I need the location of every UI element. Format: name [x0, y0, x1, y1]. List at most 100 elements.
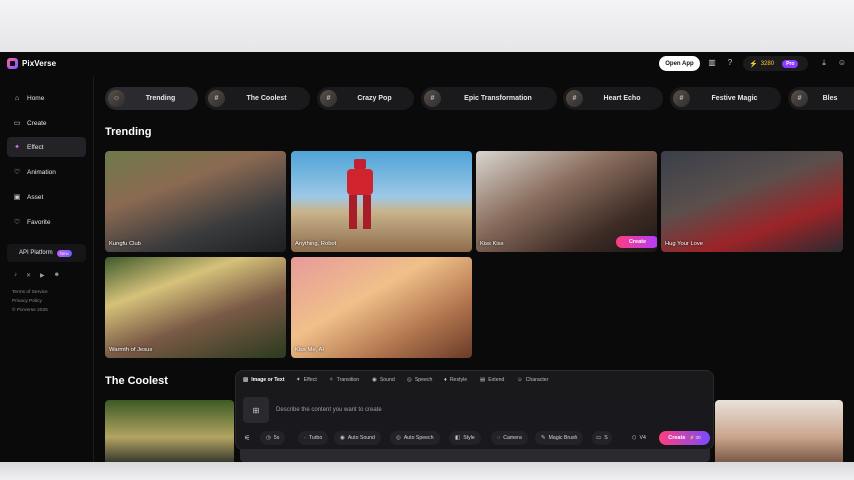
image-upload-icon: ⊞: [252, 405, 260, 415]
prompt-tab-sound[interactable]: ◉ Sound: [372, 377, 395, 383]
download-icon[interactable]: ⤓: [819, 58, 829, 68]
youtube-icon[interactable]: ▶: [40, 272, 45, 279]
auto-sound-chip[interactable]: ◉ Auto Sound: [334, 431, 381, 445]
privacy-link[interactable]: Privacy Policy: [12, 299, 42, 304]
settings-sliders-icon[interactable]: ⚟: [244, 434, 250, 442]
api-platform-button[interactable]: API Platform New: [7, 244, 86, 262]
effect-card-kiss-kiss[interactable]: Kiss Kiss Create: [476, 151, 657, 252]
prompt-tab-transition[interactable]: ✧ Transition: [329, 377, 359, 383]
sidebar-item-create[interactable]: ▭ Create: [7, 113, 86, 133]
open-app-button[interactable]: Open App: [659, 56, 700, 71]
effect-card[interactable]: [105, 400, 234, 462]
tab-label: Bles: [822, 95, 838, 102]
browser-top-band: [0, 0, 854, 52]
effect-card-anything-robot[interactable]: Anything, Robot: [291, 151, 472, 252]
sidebar-item-label: Home: [27, 94, 45, 102]
discord-icon[interactable]: ☻: [54, 272, 60, 279]
effect-card-hug-your-love[interactable]: Hug Your Love: [661, 151, 843, 252]
section-title-the-coolest: The Coolest: [105, 375, 168, 387]
user-icon[interactable]: ☺: [837, 58, 847, 68]
prompt-tab-label: Speech: [414, 377, 433, 383]
prompt-tab-label: Sound: [379, 377, 395, 383]
turbo-chip[interactable]: · Turbo: [298, 431, 329, 445]
sidebar-item-effect[interactable]: ✦ Effect: [7, 137, 86, 157]
create-icon: ▭: [13, 120, 21, 127]
prompt-tab-character[interactable]: ☺ Character: [517, 377, 548, 383]
effect-card-kungfu-club[interactable]: Kungfu Club: [105, 151, 286, 252]
header: PixVerse Open App ▥ ? ⚡ 3280 Pro ⤓ ☺: [0, 52, 854, 76]
tab-crazy-pop[interactable]: # Crazy Pop: [317, 87, 414, 110]
pixverse-logo-icon: [7, 58, 18, 69]
upload-image-button[interactable]: ⊞: [243, 397, 269, 423]
credits-count: 3280: [760, 60, 775, 67]
panel-icon[interactable]: ▥: [707, 58, 717, 68]
card-label: Hug Your Love: [665, 241, 704, 247]
turbo-icon: ·: [304, 435, 306, 441]
tab-heart-echo[interactable]: # Heart Echo: [563, 87, 663, 110]
prompt-tab-label: Restyle: [449, 377, 468, 383]
tiktok-icon[interactable]: ♪: [14, 272, 17, 279]
prompt-tab-effect[interactable]: ✦ Effect: [296, 377, 317, 383]
prompt-tab-label: Image or Text: [251, 377, 285, 383]
sidebar-item-favorite[interactable]: ♡ Favorite: [7, 212, 86, 232]
tab-label: Trending: [145, 95, 176, 102]
style-chip[interactable]: ◧ Style: [449, 431, 481, 445]
effect-card-kiss-me-ai[interactable]: Kiss Me, AI: [291, 257, 472, 358]
more-chip[interactable]: ▭ S: [592, 431, 612, 445]
browser-bottom-band: [0, 462, 854, 480]
tab-trending[interactable]: ☺ Trending: [105, 87, 198, 110]
sidebar-item-label: Create: [27, 119, 47, 127]
animation-icon: ♡: [13, 169, 21, 176]
create-button[interactable]: Create ⚡30: [659, 431, 710, 445]
new-badge: New: [56, 249, 72, 257]
prompt-tab-label: Extend: [488, 377, 505, 383]
prompt-tab-label: Effect: [303, 377, 317, 383]
asset-icon: ▣: [13, 194, 21, 201]
character-icon: ☺: [517, 377, 523, 383]
prompt-tab-speech[interactable]: ◎ Speech: [407, 377, 432, 383]
camera-icon: ◌: [497, 435, 501, 441]
effect-icon: ✦: [296, 377, 301, 383]
x-icon[interactable]: ✕: [26, 272, 31, 279]
chip-label: S: [604, 435, 608, 441]
prompt-input[interactable]: Describe the content you want to create: [276, 407, 382, 413]
logo[interactable]: PixVerse: [7, 58, 56, 69]
chip-label: Turbo: [308, 435, 323, 441]
sidebar-item-asset[interactable]: ▣ Asset: [7, 187, 86, 207]
effect-card[interactable]: [715, 400, 843, 462]
credits-badge[interactable]: ⚡ 3280 Pro: [743, 56, 808, 71]
tab-festive-magic[interactable]: # Festive Magic: [670, 87, 781, 110]
camera-chip[interactable]: ◌ Camera: [491, 431, 528, 445]
tab-bles[interactable]: # Bles: [788, 87, 854, 110]
magic-brush-chip[interactable]: ✎ Magic Brush: [535, 431, 584, 445]
model-version-selector[interactable]: ⬡ V4: [632, 435, 646, 441]
chip-label: Style: [463, 435, 475, 441]
card-create-button[interactable]: Create: [616, 236, 657, 248]
prompt-tab-label: Transition: [336, 377, 360, 383]
tab-epic-transformation[interactable]: # Epic Transformation: [421, 87, 557, 110]
robot-figure: [343, 159, 377, 231]
terms-link[interactable]: Terms of Service: [12, 290, 48, 295]
duration-chip[interactable]: ◷ 5s: [260, 431, 286, 445]
sidebar-item-label: Animation: [27, 168, 56, 176]
card-label: Kiss Kiss: [480, 241, 504, 247]
prompt-tab-restyle[interactable]: ♦ Restyle: [444, 377, 467, 383]
sidebar-item-animation[interactable]: ♡ Animation: [7, 162, 86, 182]
effect-card-warmth-of-jesus[interactable]: Warmth of Jesus: [105, 257, 286, 358]
tab-label: Epic Transformation: [464, 95, 532, 102]
sidebar-item-label: Asset: [27, 193, 44, 201]
auto-speech-chip[interactable]: ◎ Auto Speech: [390, 431, 440, 445]
speech-icon: ◎: [396, 435, 401, 441]
sidebar-item-label: Effect: [27, 143, 44, 151]
help-icon[interactable]: ?: [725, 58, 735, 68]
tab-the-coolest[interactable]: # The Coolest: [205, 87, 310, 110]
create-cost: ⚡30: [689, 435, 701, 441]
sidebar-item-home[interactable]: ⌂ Home: [7, 88, 86, 108]
prompt-tab-extend[interactable]: ▤ Extend: [480, 377, 504, 383]
prompt-tab-image-or-text[interactable]: ▨ Image or Text: [243, 377, 285, 383]
section-title-trending: Trending: [105, 126, 152, 138]
chip-label: Auto Speech: [403, 435, 434, 441]
chip-label: Auto Sound: [347, 435, 375, 441]
style-icon: ◧: [455, 435, 461, 441]
card-label: Anything, Robot: [295, 241, 337, 247]
